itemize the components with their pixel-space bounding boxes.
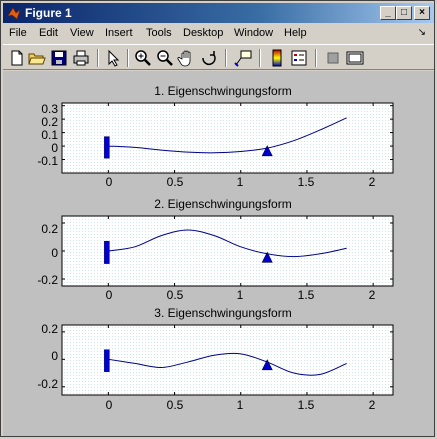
xtick-label: 2 [369, 288, 376, 302]
toolbar-separator [315, 49, 317, 67]
print-icon[interactable] [71, 48, 91, 68]
toolbar-separator [127, 49, 129, 67]
zoom-out-icon[interactable] [155, 48, 175, 68]
menu-edit[interactable]: Edit [39, 27, 58, 39]
xtick-label: 0 [106, 175, 113, 189]
window-title: Figure 1 [25, 6, 72, 20]
menu-file[interactable]: File [9, 27, 27, 39]
xtick-label: 0 [106, 398, 113, 412]
menu-desktop[interactable]: Desktop [183, 27, 223, 39]
clamp-support-mark [104, 136, 110, 159]
rotate-3d-icon[interactable] [199, 48, 219, 68]
matlab-logo-icon [7, 7, 21, 20]
figure-window: Figure 1 _ □ × File Edit View Insert Too… [0, 0, 435, 437]
menu-bar: File Edit View Insert Tools Desktop Wind… [3, 24, 434, 43]
xtick-label: 1 [237, 398, 244, 412]
menu-window[interactable]: Window [234, 27, 273, 39]
clamp-support-mark [104, 240, 110, 264]
close-button[interactable]: × [414, 6, 430, 20]
ytick-label: 0.2 [41, 222, 58, 236]
ytick-label: -0.1 [37, 154, 58, 168]
subplot-3: 3. Eigenschwingungsform 0.2 0 -0.2 0 0.5… [37, 306, 394, 412]
figure-toolbar [3, 44, 434, 70]
hide-plot-tools-icon[interactable] [323, 48, 343, 68]
ytick-label: 0 [51, 349, 58, 363]
menu-help[interactable]: Help [284, 27, 307, 39]
ytick-label: -0.2 [37, 273, 58, 287]
clamp-support-mark [104, 349, 110, 372]
ytick-label: 0.1 [41, 128, 58, 142]
xtick-label: 0.5 [167, 175, 184, 189]
xtick-label: 1 [237, 175, 244, 189]
legend-icon[interactable] [289, 48, 309, 68]
xtick-label: 1.5 [298, 288, 315, 302]
xtick-label: 1.5 [298, 398, 315, 412]
dock-figure-icon[interactable]: ↘ [418, 27, 426, 38]
xtick-label: 1.5 [298, 175, 315, 189]
subplot-1: 1. Eigenschwingungsform 0.3 0.2 0.1 0 -0… [37, 84, 394, 189]
xtick-label: 0.5 [167, 288, 184, 302]
minimize-button[interactable]: _ [380, 6, 396, 20]
colorbar-icon[interactable] [267, 48, 287, 68]
subplot-1-axes[interactable] [61, 102, 394, 174]
xtick-label: 0.5 [167, 398, 184, 412]
ytick-label: 0.2 [41, 115, 58, 129]
toolbar-separator [225, 49, 227, 67]
xtick-label: 2 [369, 398, 376, 412]
new-figure-icon[interactable] [7, 48, 27, 68]
xtick-label: 0 [106, 288, 113, 302]
zoom-in-icon[interactable] [133, 48, 153, 68]
ytick-label: 0 [51, 141, 58, 155]
save-icon[interactable] [49, 48, 69, 68]
toolbar-separator [97, 49, 99, 67]
xtick-label: 1 [237, 288, 244, 302]
menu-view[interactable]: View [70, 27, 94, 39]
subplot-1-title: 1. Eigenschwingungsform [154, 84, 291, 98]
menu-insert[interactable]: Insert [105, 27, 133, 39]
show-plot-tools-icon[interactable] [345, 48, 365, 68]
figure-plot-area: 1. Eigenschwingungsform 0.3 0.2 0.1 0 -0… [37, 84, 394, 412]
title-bar[interactable]: Figure 1 _ □ × [3, 3, 434, 23]
maximize-button[interactable]: □ [396, 6, 412, 20]
figure-canvas: 1. Eigenschwingungsform 0.3 0.2 0.1 0 -0… [3, 71, 434, 436]
ytick-label: 0 [51, 246, 58, 260]
ytick-label: 0.2 [41, 322, 58, 336]
data-cursor-icon[interactable] [233, 48, 253, 68]
ytick-label: 0.3 [41, 102, 58, 116]
subplot-2-title: 2. Eigenschwingungsform [154, 197, 291, 211]
toolbar-separator [259, 49, 261, 67]
xtick-label: 2 [369, 175, 376, 189]
subplot-3-title: 3. Eigenschwingungsform [154, 306, 291, 320]
ytick-label: -0.2 [37, 377, 58, 391]
pan-hand-icon[interactable] [177, 48, 197, 68]
edit-plot-arrow-icon[interactable] [103, 48, 123, 68]
menu-tools[interactable]: Tools [146, 27, 172, 39]
open-file-icon[interactable] [27, 48, 47, 68]
